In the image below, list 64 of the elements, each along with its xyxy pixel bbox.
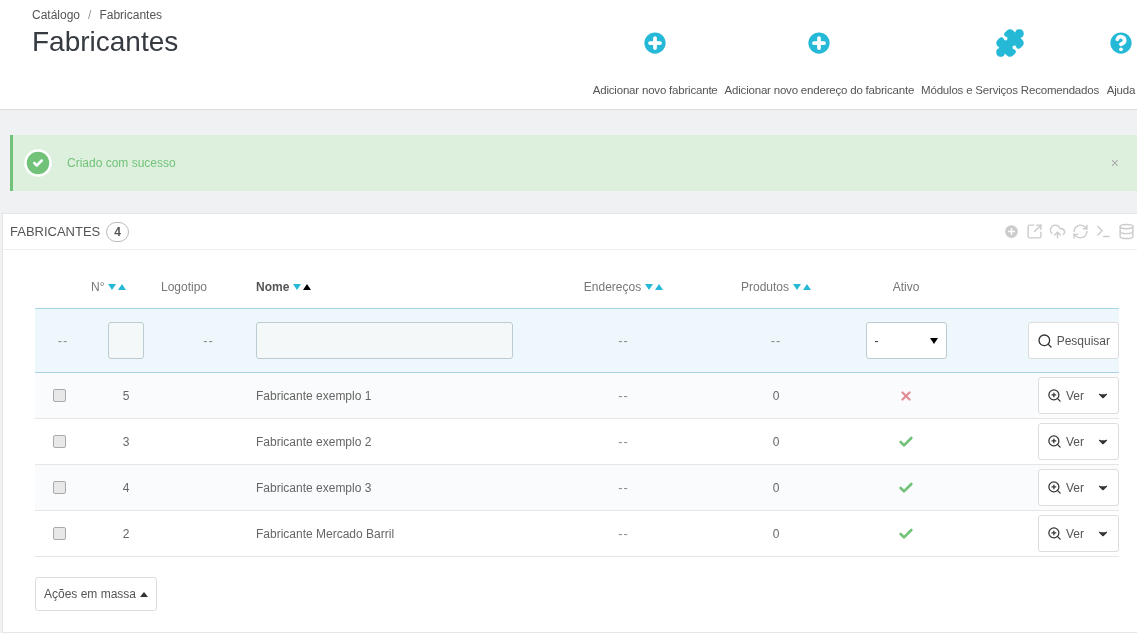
name-filter-field[interactable] (256, 322, 513, 359)
filter-empty-text: -- (57, 333, 69, 348)
table-cell: Fabricante exemplo 3 (256, 480, 372, 495)
refresh-icon[interactable] (1072, 223, 1089, 240)
alert-message: Criado com sucesso (67, 156, 177, 170)
row-checkbox[interactable] (53, 389, 66, 402)
sort-icon[interactable] (293, 283, 312, 290)
table-cell: Fabricante exemplo 1 (256, 388, 372, 403)
column-header[interactable]: Produtos (741, 279, 811, 294)
row-checkbox[interactable] (53, 527, 66, 540)
column-header[interactable]: Nome (256, 279, 312, 294)
filter-empty-text: -- (203, 333, 214, 348)
column-header[interactable]: Endereços (583, 279, 664, 294)
terminal-icon[interactable] (1095, 223, 1112, 240)
panel-title: FABRICANTES (10, 224, 101, 239)
export-icon[interactable] (1026, 223, 1043, 240)
table-cell: 2 (122, 526, 130, 541)
page-title: Fabricantes (32, 26, 179, 58)
view-button[interactable]: Ver (1038, 377, 1119, 414)
filter-empty-text: -- (618, 333, 629, 348)
table-cell: -- (618, 526, 629, 541)
table-cell: 0 (772, 480, 780, 495)
search-button[interactable]: Pesquisar (1027, 322, 1119, 359)
search-icon (1036, 332, 1053, 349)
view-button[interactable]: Ver (1038, 423, 1119, 460)
toolbar-button[interactable]: Adicionar novo endereço do fabricante (724, 28, 915, 96)
column-header: Ativo (892, 279, 920, 294)
table-cell: 0 (772, 526, 780, 541)
table-cell: -- (618, 388, 629, 403)
breadcrumb-item[interactable]: Fabricantes (99, 8, 163, 22)
id-filter-field[interactable] (108, 322, 144, 359)
table-cell: -- (618, 480, 629, 495)
table-cell: Fabricante Mercado Barril (256, 526, 395, 541)
table-cell: 0 (772, 434, 780, 449)
row-checkbox[interactable] (53, 481, 66, 494)
toolbar-button[interactable]: Ajuda (1106, 28, 1136, 96)
bulk-actions-button[interactable]: Ações em massa (35, 577, 158, 611)
row-checkbox[interactable] (53, 435, 66, 448)
database-icon[interactable] (1118, 223, 1135, 240)
add-icon[interactable] (1003, 223, 1020, 240)
table-cell: 0 (772, 388, 780, 403)
view-button[interactable]: Ver (1038, 469, 1119, 506)
active-filter-select[interactable]: - (865, 322, 947, 359)
table-cell: 5 (122, 388, 130, 403)
cross-icon[interactable] (899, 388, 913, 403)
toolbar-button[interactable]: Módulos e Serviços Recomendados (921, 28, 1099, 96)
table-cell: 3 (122, 434, 130, 449)
table-cell: Fabricante exemplo 2 (256, 434, 372, 449)
zoom-in-icon (1047, 388, 1062, 403)
table-cell: 4 (122, 480, 130, 495)
toolbar-button[interactable]: Adicionar novo fabricante (592, 28, 718, 96)
zoom-in-icon (1047, 526, 1062, 541)
puzzle-icon (995, 28, 1026, 58)
cloud-upload-icon[interactable] (1049, 223, 1066, 240)
view-button[interactable]: Ver (1038, 515, 1119, 552)
column-header: Logotipo (161, 279, 208, 294)
column-header[interactable]: N° (91, 279, 127, 294)
check-circle-icon (23, 148, 53, 178)
breadcrumb-item[interactable]: Catálogo (32, 8, 81, 22)
table-cell: -- (618, 434, 629, 449)
zoom-in-icon (1047, 434, 1062, 449)
breadcrumb-separator: / (88, 8, 92, 22)
zoom-in-icon (1047, 480, 1062, 495)
filter-empty-text: -- (770, 333, 782, 348)
